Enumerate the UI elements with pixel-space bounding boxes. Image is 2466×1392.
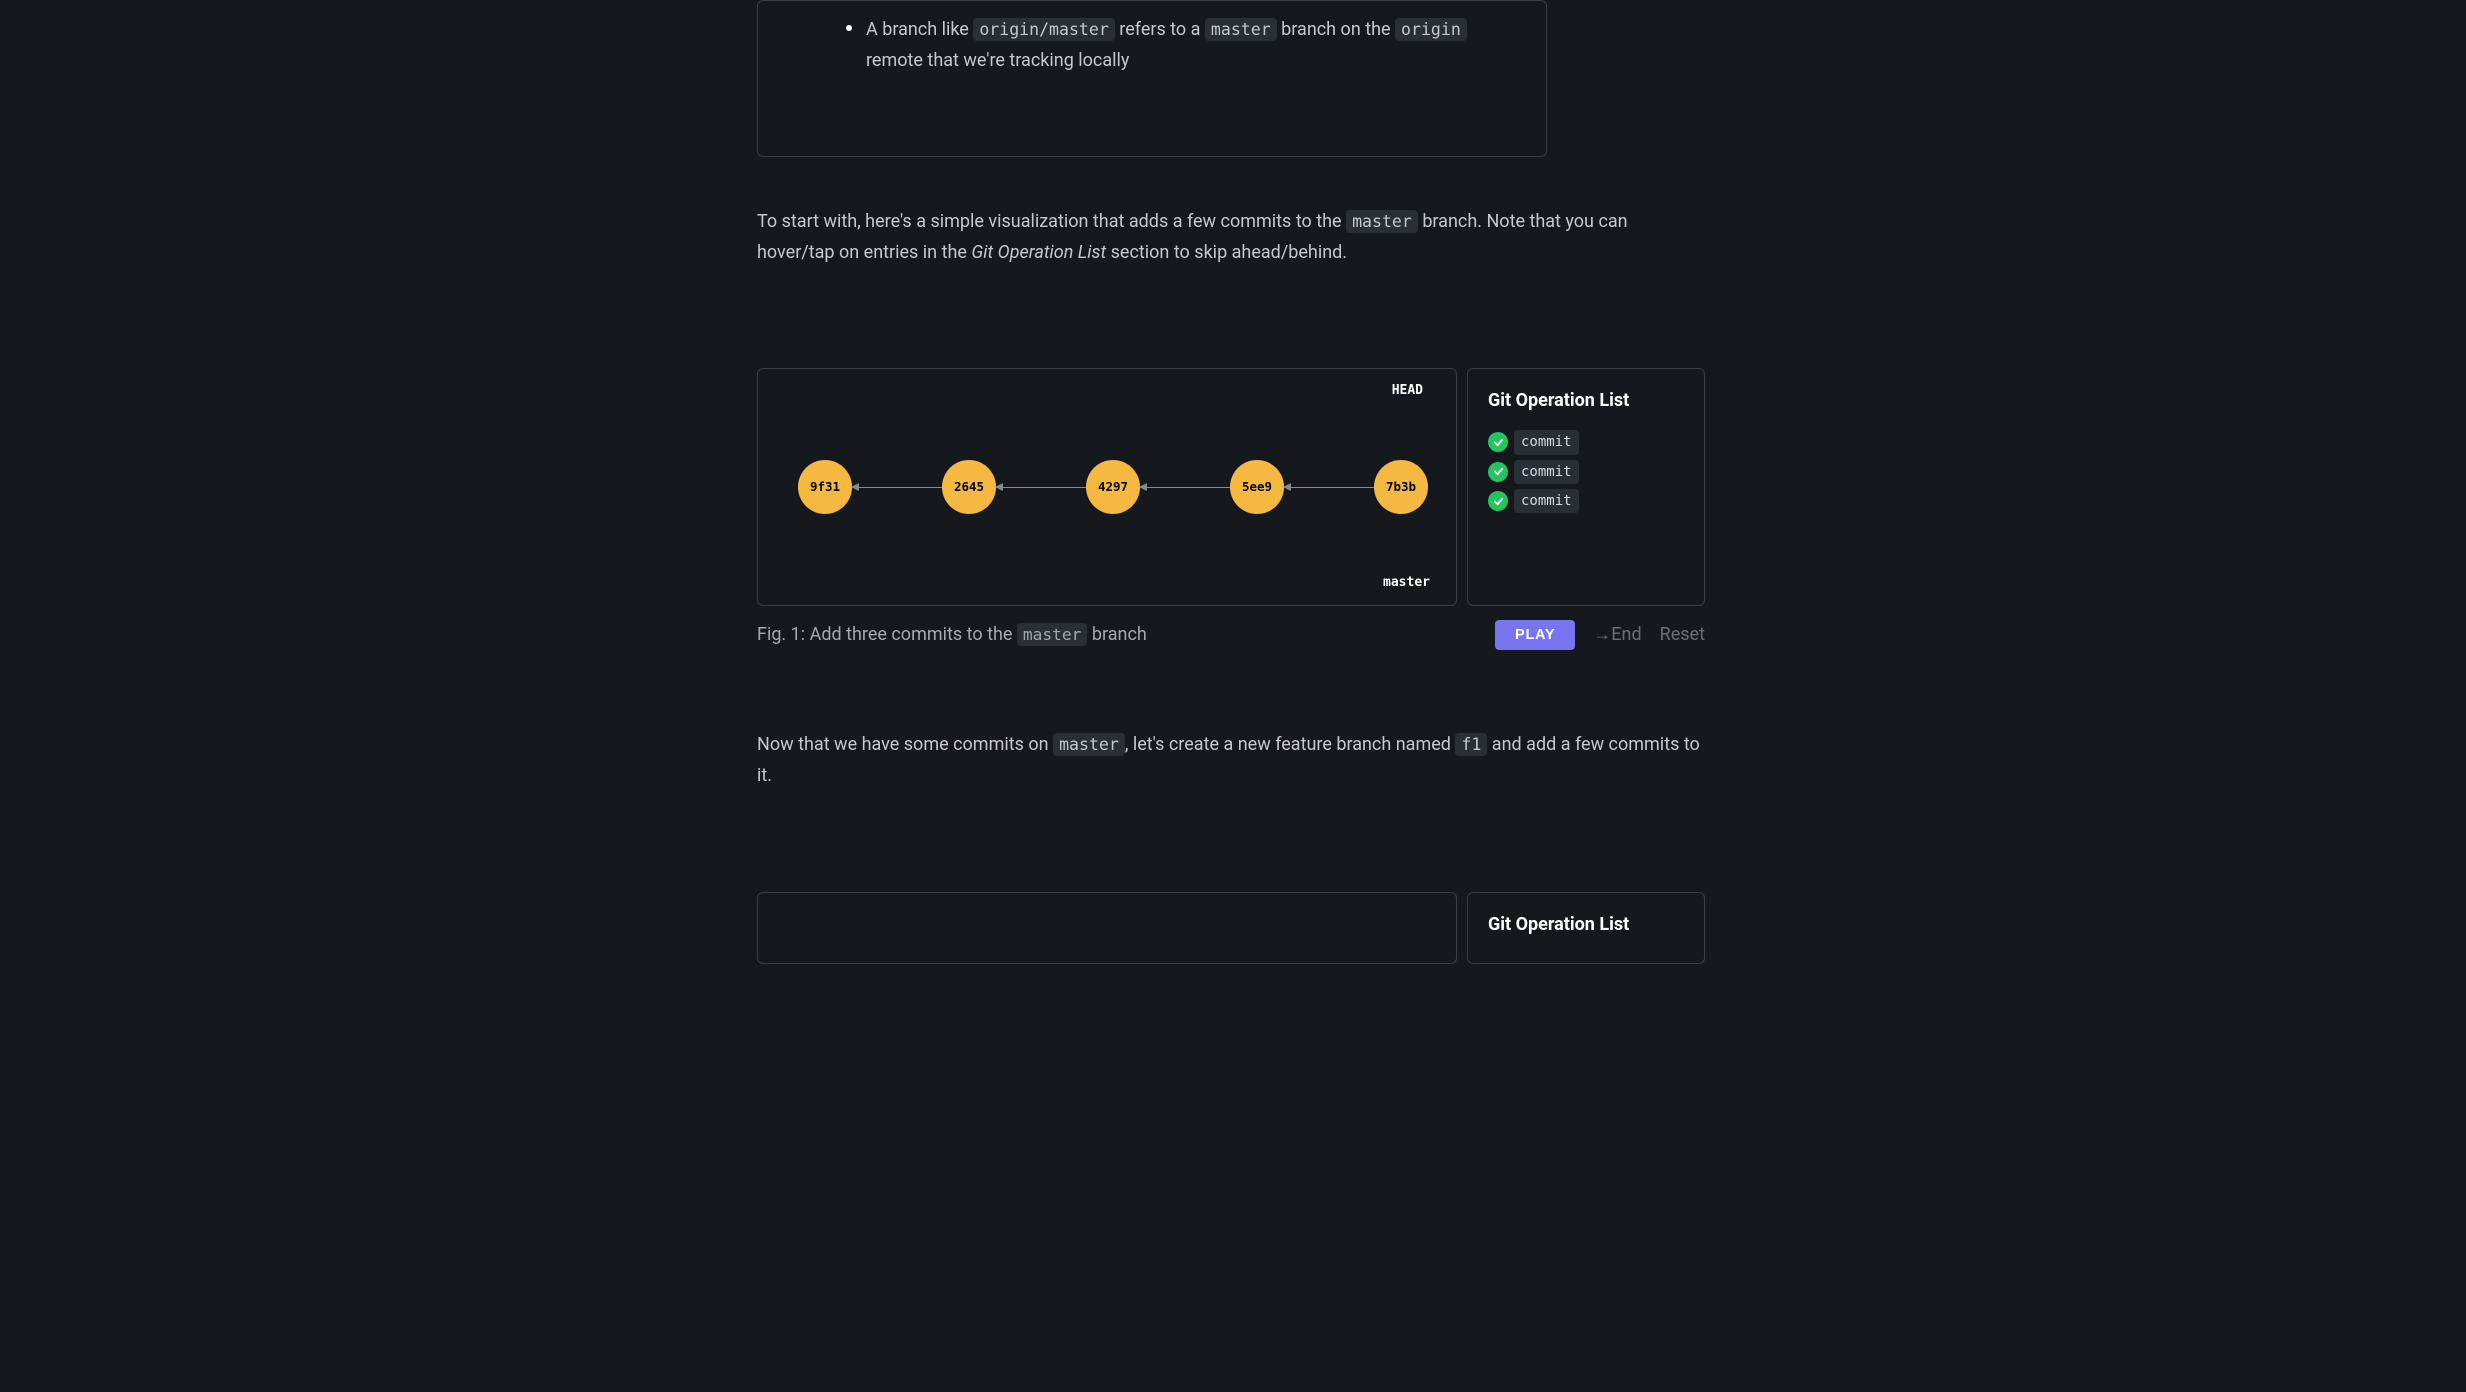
code-master: master (1053, 733, 1125, 756)
skip-end-link[interactable]: →End (1593, 621, 1641, 650)
feature-branch-paragraph: Now that we have some commits on master,… (757, 730, 1709, 791)
commit-graph-panel-2 (757, 892, 1457, 965)
code-master: master (1205, 18, 1277, 41)
op-label: commit (1514, 460, 1579, 484)
commit-node[interactable]: 4297 (1086, 460, 1140, 514)
ops-title: Git Operation List (1488, 387, 1684, 416)
code-f1: f1 (1455, 733, 1487, 756)
arrow-line-icon (852, 487, 942, 488)
commit-graph-panel: HEAD master 9f31 2645 4297 (757, 368, 1457, 606)
text-segment: refers to a (1115, 19, 1205, 40)
code-origin: origin (1395, 18, 1467, 41)
ops-title: Git Operation List (1488, 911, 1684, 940)
code-origin-master: origin/master (973, 18, 1115, 41)
note-box: A branch like origin/master refers to a … (757, 0, 1547, 157)
commit-slot: 2645 (942, 460, 996, 514)
commit-node[interactable]: 9f31 (798, 460, 852, 514)
commit-node[interactable]: 5ee9 (1230, 460, 1284, 514)
controls-right: PLAY →End Reset (1495, 620, 1705, 650)
emphasis-git-op-list: Git Operation List (971, 242, 1106, 263)
head-label: HEAD (1392, 381, 1423, 402)
code-master: master (1017, 623, 1087, 646)
text-segment: branch (1087, 624, 1146, 645)
commit-node[interactable]: 7b3b (1374, 460, 1428, 514)
check-circle-icon (1488, 432, 1508, 452)
commit-slot: 4297 (1086, 460, 1140, 514)
check-circle-icon (1488, 462, 1508, 482)
op-item[interactable]: commit (1488, 430, 1684, 454)
reset-link[interactable]: Reset (1660, 621, 1705, 650)
code-master: master (1346, 210, 1418, 233)
op-item[interactable]: commit (1488, 489, 1684, 513)
text-segment: Fig. 1: Add three commits to the (757, 624, 1017, 645)
arrow-head-icon (1139, 483, 1147, 491)
text-segment: , let's create a new feature branch name… (1125, 734, 1456, 755)
commit-slot: 5ee9 (1230, 460, 1284, 514)
text-segment: remote that we're tracking locally (866, 50, 1129, 71)
arrow-line-icon (996, 487, 1086, 488)
intro-paragraph: To start with, here's a simple visualiza… (757, 207, 1709, 268)
commit-node[interactable]: 2645 (942, 460, 996, 514)
op-label: commit (1514, 489, 1579, 513)
visualization-row-1: HEAD master 9f31 2645 4297 (757, 368, 1705, 606)
arrow-slot (852, 487, 942, 488)
text-segment: section to skip ahead/behind. (1106, 242, 1347, 263)
arrow-head-icon (1283, 483, 1291, 491)
figure-caption: Fig. 1: Add three commits to the master … (757, 621, 1147, 650)
text-segment: branch on the (1277, 19, 1395, 40)
commits-container: HEAD master 9f31 2645 4297 (798, 427, 1416, 547)
visualization-row-2: Git Operation List (757, 892, 1705, 965)
op-item[interactable]: commit (1488, 460, 1684, 484)
git-operation-list-panel: Git Operation List commit commit commit (1467, 368, 1705, 606)
commit-slot: 9f31 (798, 460, 852, 514)
arrow-head-icon (995, 483, 1003, 491)
arrow-slot (1284, 487, 1374, 488)
bullet-item: A branch like origin/master refers to a … (846, 31, 1506, 76)
op-label: commit (1514, 430, 1579, 454)
commit-slot: 7b3b (1374, 460, 1428, 514)
bullet-text: A branch like origin/master refers to a … (866, 15, 1506, 76)
text-segment: To start with, here's a simple visualiza… (757, 211, 1346, 232)
arrow-head-icon (851, 483, 859, 491)
play-button[interactable]: PLAY (1495, 620, 1575, 650)
arrow-slot (996, 487, 1086, 488)
master-branch-label: master (1383, 573, 1430, 594)
arrow-line-icon (1140, 487, 1230, 488)
controls-row: Fig. 1: Add three commits to the master … (757, 620, 1705, 650)
check-circle-icon (1488, 491, 1508, 511)
text-segment: A branch like (866, 19, 973, 40)
arrow-line-icon (1284, 487, 1374, 488)
bullet-dot-icon (846, 25, 852, 31)
text-segment: Now that we have some commits on (757, 734, 1053, 755)
git-operation-list-panel-2: Git Operation List (1467, 892, 1705, 965)
arrow-slot (1140, 487, 1230, 488)
